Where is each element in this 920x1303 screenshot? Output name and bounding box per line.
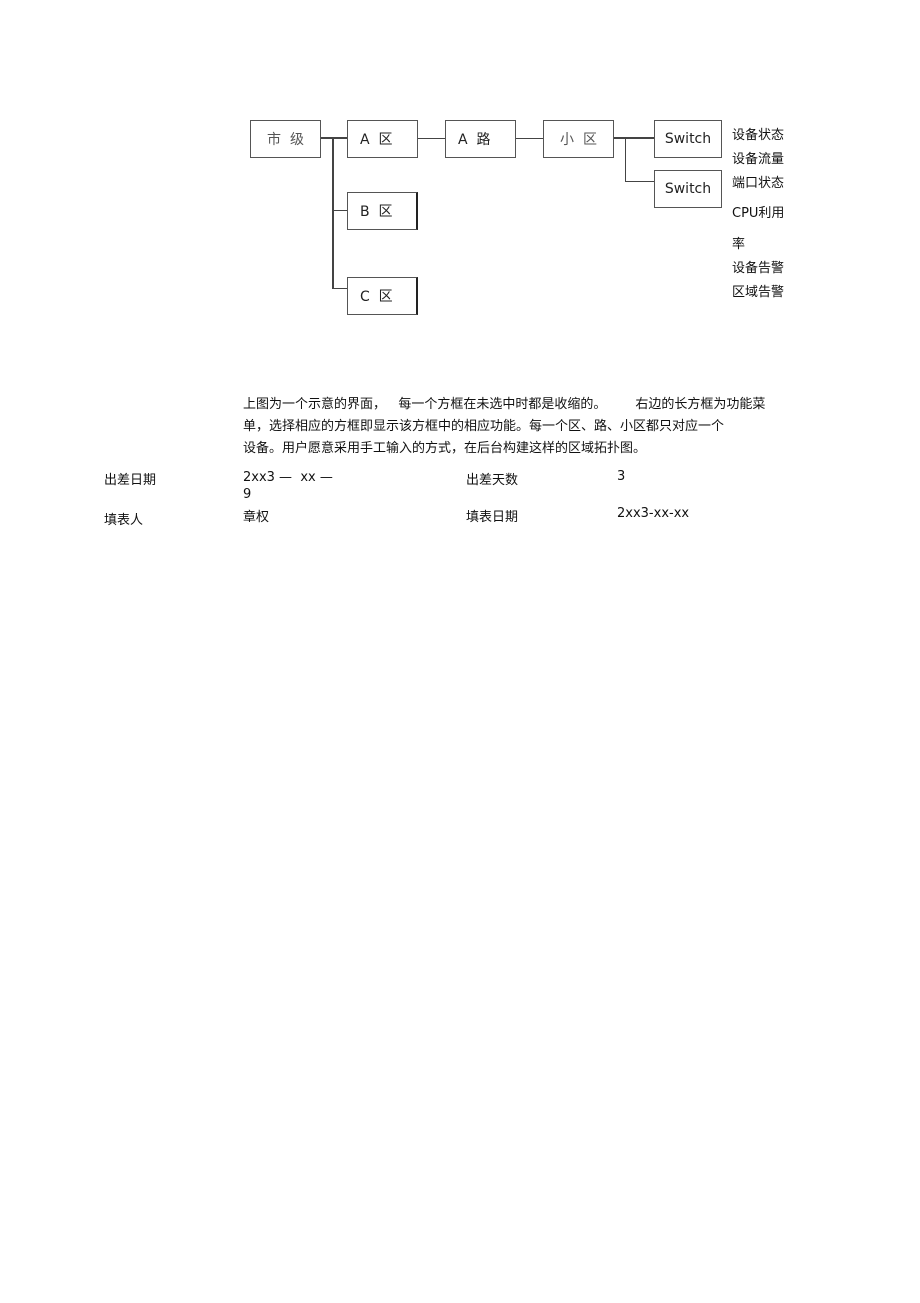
connector-road-a-to-district — [515, 138, 543, 139]
node-area-b-label: B 区 — [360, 204, 393, 220]
description-line-1: 上图为一个示意的界面， 每一个方框在未选中时都是收缩的。 右边的长方框为功能菜 — [243, 397, 766, 412]
node-area-b[interactable]: B 区 — [347, 192, 418, 230]
fill-date-label: 填表日期 — [466, 510, 519, 525]
menu-item-area-alarm[interactable]: 区域告警 — [732, 281, 784, 300]
trip-days-label: 出差天数 — [466, 473, 519, 488]
node-area-c-label: C 区 — [360, 289, 393, 305]
menu-item-cpu-usage-cont[interactable]: 率 — [732, 233, 745, 252]
connector-switch-branch-vertical — [625, 137, 626, 182]
menu-item-port-status[interactable]: 端口状态 — [732, 172, 784, 191]
node-city[interactable]: 市 级 — [250, 120, 321, 158]
filler-label: 填表人 — [104, 513, 144, 528]
trip-date-value: 2xx3 — xx — 9 — [243, 469, 333, 503]
menu-item-device-status[interactable]: 设备状态 — [732, 124, 784, 143]
fill-date-value: 2xx3-xx-xx — [617, 506, 690, 521]
connector-branch-to-switch-2 — [625, 181, 654, 182]
node-area-a-label: A 区 — [360, 132, 393, 148]
trip-date-value-line1: 2xx3 — xx — — [243, 470, 333, 485]
menu-item-cpu-usage[interactable]: CPU利用 — [732, 202, 784, 221]
menu-item-device-alarm[interactable]: 设备告警 — [732, 257, 784, 276]
node-area-a[interactable]: A 区 — [347, 120, 418, 158]
trip-date-value-line2: 9 — [243, 487, 252, 502]
node-switch-2[interactable]: Switch — [654, 170, 722, 208]
description-line-3: 设备。用户愿意采用手工输入的方式，在后台构建这样的区域拓扑图。 — [243, 441, 647, 456]
connector-area-a-to-road-a — [417, 138, 445, 139]
connector-trunk-to-area-b — [332, 210, 347, 211]
node-district[interactable]: 小 区 — [543, 120, 614, 158]
node-switch-1-label: Switch — [664, 131, 712, 147]
node-area-c[interactable]: C 区 — [347, 277, 418, 315]
trip-days-value: 3 — [617, 469, 626, 484]
filler-value: 章权 — [243, 510, 270, 525]
connector-trunk-vertical — [332, 137, 334, 289]
description-line-2: 单，选择相应的方框即显示该方框中的相应功能。每一个区、路、小区都只对应一个 — [243, 419, 725, 434]
node-road-a-label: A 路 — [458, 132, 491, 148]
node-switch-2-label: Switch — [664, 181, 712, 197]
node-district-label: 小 区 — [560, 132, 597, 148]
connector-trunk-to-area-c — [332, 288, 347, 289]
node-road-a[interactable]: A 路 — [445, 120, 516, 158]
connector-district-to-switch-1 — [613, 137, 654, 139]
trip-date-label: 出差日期 — [104, 473, 157, 488]
menu-item-device-traffic[interactable]: 设备流量 — [732, 148, 784, 167]
node-switch-1[interactable]: Switch — [654, 120, 722, 158]
node-city-label: 市 级 — [267, 132, 304, 148]
